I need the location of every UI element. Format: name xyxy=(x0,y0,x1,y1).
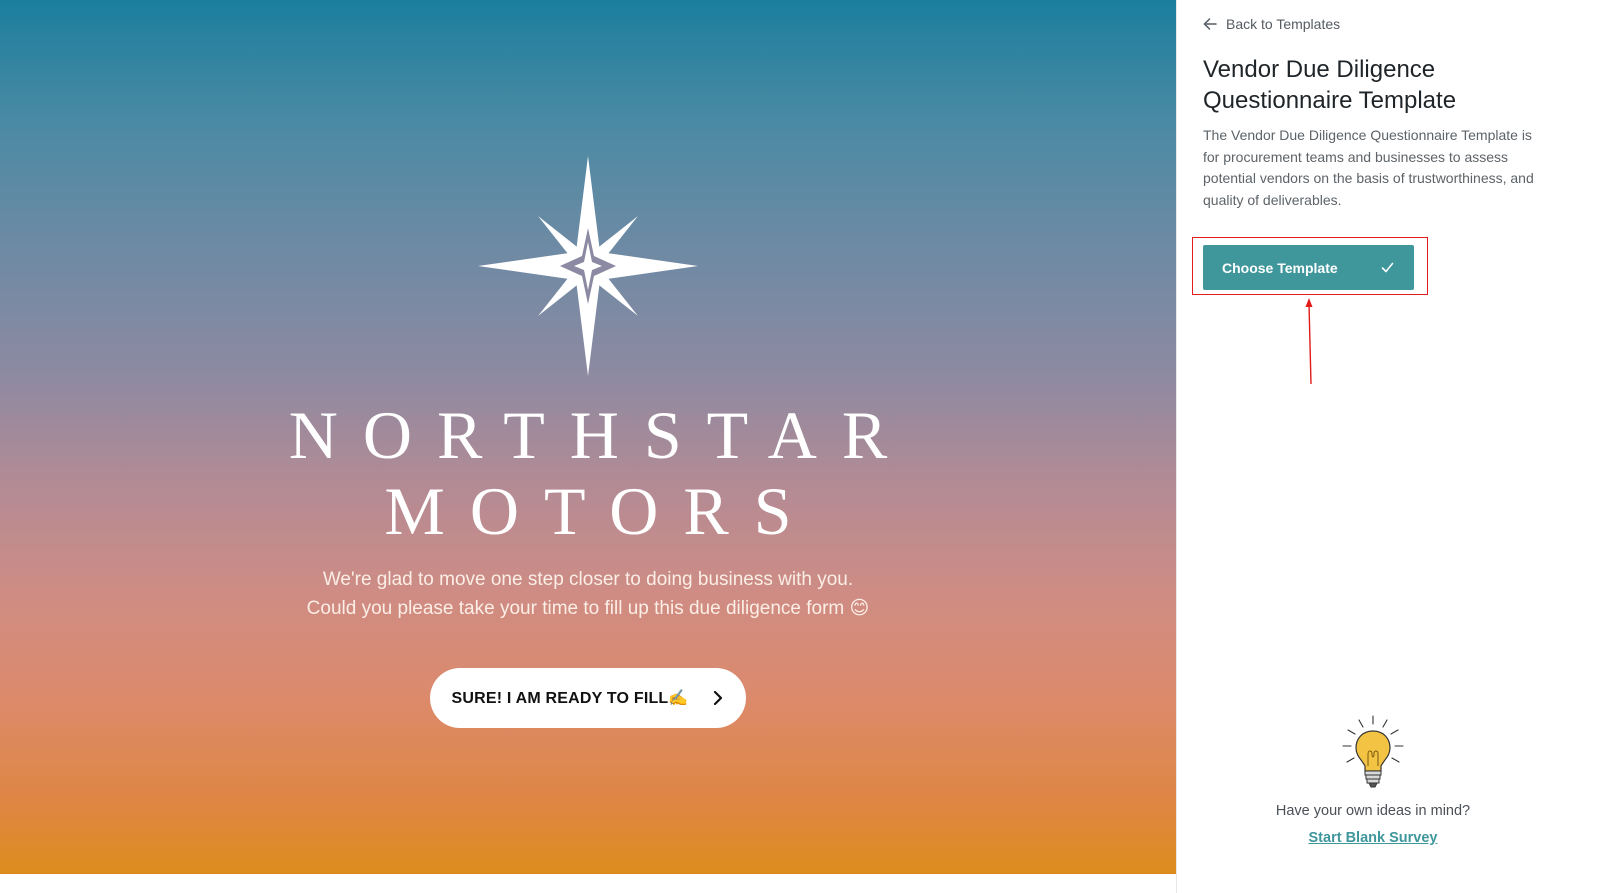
arrow-left-icon xyxy=(1203,18,1217,30)
ready-to-fill-label: SURE! I AM READY TO FILL✍️ xyxy=(451,690,689,707)
brand-name-line-2: MOTORS xyxy=(384,473,817,549)
back-to-templates-link[interactable]: Back to Templates xyxy=(1203,16,1340,32)
template-details-panel: Back to Templates Vendor Due Diligence Q… xyxy=(1176,0,1600,893)
welcome-message-line-1: We're glad to move one step closer to do… xyxy=(322,569,854,590)
chevron-right-icon xyxy=(713,691,722,705)
annotation-arrow-icon xyxy=(1305,298,1313,385)
brand-name-line-1: NORTHSTAR xyxy=(288,397,913,473)
lightbulb-icon xyxy=(1342,715,1404,788)
back-to-templates-label: Back to Templates xyxy=(1226,16,1341,32)
choose-template-button[interactable]: Choose Template xyxy=(1203,245,1414,290)
welcome-message-line-2: Could you please take your time to fill … xyxy=(306,598,870,619)
ready-to-fill-button[interactable]: SURE! I AM READY TO FILL✍️ xyxy=(430,668,746,728)
north-star-icon xyxy=(478,156,698,376)
own-ideas-prompt: Have your own ideas in mind? xyxy=(1275,803,1471,819)
survey-preview: NORTHSTAR MOTORS We're glad to move one … xyxy=(0,0,1176,874)
app-root: NORTHSTAR MOTORS We're glad to move one … xyxy=(0,0,1600,893)
preview-bottom-divider xyxy=(0,874,1176,893)
start-blank-survey-link[interactable]: Start Blank Survey xyxy=(1177,830,1569,846)
choose-template-label: Choose Template xyxy=(1222,259,1338,276)
template-description: The Vendor Due Diligence Questionnaire T… xyxy=(1203,127,1534,208)
template-title: Vendor Due Diligence Questionnaire Templ… xyxy=(1203,56,1457,114)
check-icon xyxy=(1381,262,1394,273)
